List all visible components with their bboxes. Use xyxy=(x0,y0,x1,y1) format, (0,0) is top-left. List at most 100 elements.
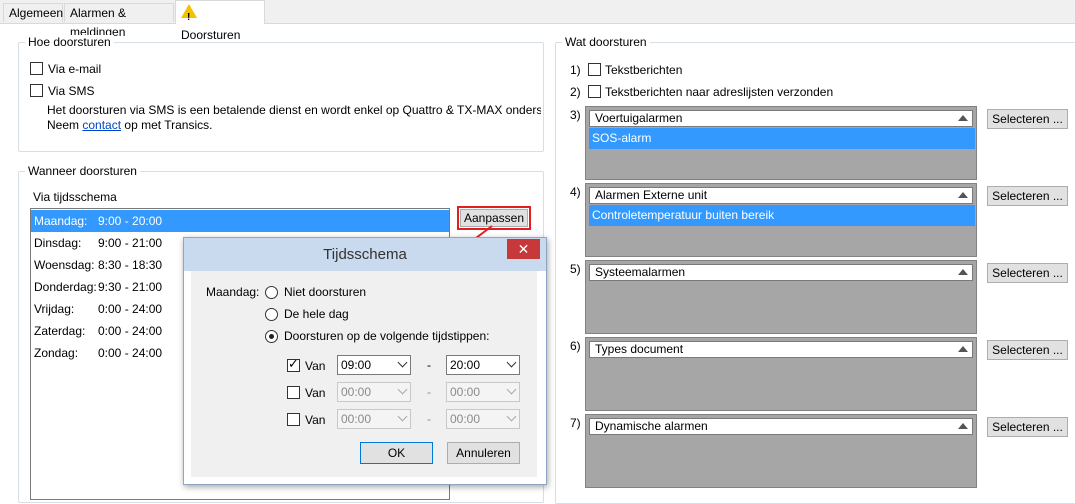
sms-note-line1: Het doorsturen via SMS is een betalende … xyxy=(47,103,541,117)
radio-tijdstippen[interactable] xyxy=(265,330,278,343)
item-number: 4) xyxy=(570,185,581,199)
chevron-down-icon xyxy=(397,357,408,368)
tab-algemeen[interactable]: Algemeen xyxy=(3,3,63,22)
sort-up-icon xyxy=(958,269,968,275)
dialog-titlebar: Tijdsschema ✕ xyxy=(184,238,546,271)
select-button-external-unit-alarms[interactable]: Selecteren ... xyxy=(987,186,1068,206)
list-item-label: Controletemperatuur buiten bereik xyxy=(592,208,775,222)
time-separator: - xyxy=(427,412,431,426)
time-row-2-to-select[interactable]: 00:00 xyxy=(446,382,520,402)
to-value: 20:00 xyxy=(450,358,481,372)
sms-label: Via SMS xyxy=(48,84,95,98)
what-legend: Wat doorsturen xyxy=(562,35,650,49)
ok-button[interactable]: OK xyxy=(360,442,433,464)
sort-up-icon xyxy=(958,115,968,121)
radio-niet-doorsturen-label: Niet doorsturen xyxy=(284,285,367,299)
time-separator: - xyxy=(427,358,431,372)
day-label: Donderdag: xyxy=(34,280,97,294)
group-title: Types document xyxy=(595,342,684,356)
select-button-label: Selecteren ... xyxy=(992,343,1063,357)
document-types-header: Types document xyxy=(589,341,973,358)
item-number: 7) xyxy=(570,416,581,430)
from-value: 09:00 xyxy=(341,358,372,372)
day-label: Vrijdag: xyxy=(34,302,75,316)
chevron-down-icon xyxy=(506,384,517,395)
item-number: 3) xyxy=(570,108,581,122)
document-types-box[interactable]: Types document xyxy=(585,337,977,411)
sort-up-icon xyxy=(958,346,968,352)
list-item-label: SOS-alarm xyxy=(592,131,652,145)
from-value: 00:00 xyxy=(341,385,372,399)
tab-label: Doorsturen xyxy=(181,28,241,42)
close-button[interactable]: ✕ xyxy=(507,239,540,259)
when-legend: Wanneer doorsturen xyxy=(25,164,140,178)
external-unit-alarms-header: Alarmen Externe unit xyxy=(589,187,973,204)
email-checkbox[interactable] xyxy=(30,62,43,75)
sort-up-icon xyxy=(958,423,968,429)
time-row-3-from-select[interactable]: 00:00 xyxy=(337,409,411,429)
text-messages-label: Tekstberichten xyxy=(605,63,683,77)
select-button-system-alarms[interactable]: Selecteren ... xyxy=(987,263,1068,283)
radio-tijdstippen-label: Doorsturen op de volgende tijdstippen: xyxy=(284,329,490,343)
dynamic-alarms-header: Dynamische alarmen xyxy=(589,418,973,435)
time-row-3-to-select[interactable]: 00:00 xyxy=(446,409,520,429)
select-button-vehicle-alarms[interactable]: Selecteren ... xyxy=(987,109,1068,129)
tab-bar: Algemeen Alarmen & meldingen Doorsturen xyxy=(0,0,1075,42)
chevron-down-icon xyxy=(397,411,408,422)
select-button-document-types[interactable]: Selecteren ... xyxy=(987,340,1068,360)
text-messages-lists-label: Tekstberichten naar adreslijsten verzond… xyxy=(605,85,834,99)
time-row-3-checkbox[interactable] xyxy=(287,413,300,426)
contact-link[interactable]: contact xyxy=(82,118,121,132)
time-row-1-to-select[interactable]: 20:00 xyxy=(446,355,520,375)
list-item[interactable]: SOS-alarm xyxy=(589,128,975,149)
radio-niet-doorsturen[interactable] xyxy=(265,286,278,299)
how-legend: Hoe doorsturen xyxy=(25,35,114,49)
day-label: Maandag: xyxy=(34,214,88,228)
vehicle-alarms-box[interactable]: Voertuigalarmen SOS-alarm xyxy=(585,106,977,180)
sms-checkbox[interactable] xyxy=(30,84,43,97)
sms-note-post: op met Transics. xyxy=(124,118,213,132)
item-number: 2) xyxy=(570,85,581,99)
schedule-row-maandag[interactable]: Maandag: 9:00 - 20:00 xyxy=(31,210,449,232)
select-button-label: Selecteren ... xyxy=(992,189,1063,203)
group-title: Alarmen Externe unit xyxy=(595,188,708,202)
text-messages-checkbox[interactable] xyxy=(588,63,601,76)
time-separator: - xyxy=(427,385,431,399)
text-messages-lists-checkbox[interactable] xyxy=(588,85,601,98)
external-unit-alarms-box[interactable]: Alarmen Externe unit Controletemperatuur… xyxy=(585,183,977,257)
tab-alarmen-meldingen[interactable]: Alarmen & meldingen xyxy=(64,3,174,39)
time-range: 9:30 - 21:00 xyxy=(98,280,163,294)
tab-doorsturen[interactable]: Doorsturen xyxy=(175,0,265,42)
radio-hele-dag[interactable] xyxy=(265,308,278,321)
select-button-dynamic-alarms[interactable]: Selecteren ... xyxy=(987,417,1068,437)
close-icon: ✕ xyxy=(517,241,530,257)
how-group: Hoe doorsturen xyxy=(18,35,544,152)
item-number: 1) xyxy=(570,63,581,77)
chevron-down-icon xyxy=(397,384,408,395)
day-label: Woensdag: xyxy=(34,258,95,272)
radio-hele-dag-label: De hele dag xyxy=(284,307,349,321)
time-row-2-from-select[interactable]: 00:00 xyxy=(337,382,411,402)
dynamic-alarms-box[interactable]: Dynamische alarmen xyxy=(585,414,977,488)
cancel-button[interactable]: Annuleren xyxy=(447,442,520,464)
tab-label: Algemeen xyxy=(9,6,64,20)
group-title: Systeemalarmen xyxy=(595,265,686,279)
sort-up-icon xyxy=(958,192,968,198)
item-number: 5) xyxy=(570,262,581,276)
day-label: Dinsdag: xyxy=(34,236,82,250)
time-range: 0:00 - 24:00 xyxy=(98,324,163,338)
select-button-label: Selecteren ... xyxy=(992,266,1063,280)
item-number: 6) xyxy=(570,339,581,353)
time-row-1-checkbox[interactable] xyxy=(287,356,300,372)
list-item[interactable]: Controletemperatuur buiten bereik xyxy=(589,205,975,226)
sms-note-line2: Neem contact op met Transics. xyxy=(47,118,212,132)
schedule-label: Via tijdsschema xyxy=(33,190,117,204)
time-row-1-from-select[interactable]: 09:00 xyxy=(337,355,411,375)
chevron-down-icon xyxy=(506,411,517,422)
time-row-2-checkbox[interactable] xyxy=(287,386,300,399)
system-alarms-box[interactable]: Systeemalarmen xyxy=(585,260,977,334)
dialog-title: Tijdsschema xyxy=(323,246,407,263)
warning-icon xyxy=(181,4,197,29)
group-title: Voertuigalarmen xyxy=(595,111,683,125)
day-label: Zaterdag: xyxy=(34,324,86,338)
